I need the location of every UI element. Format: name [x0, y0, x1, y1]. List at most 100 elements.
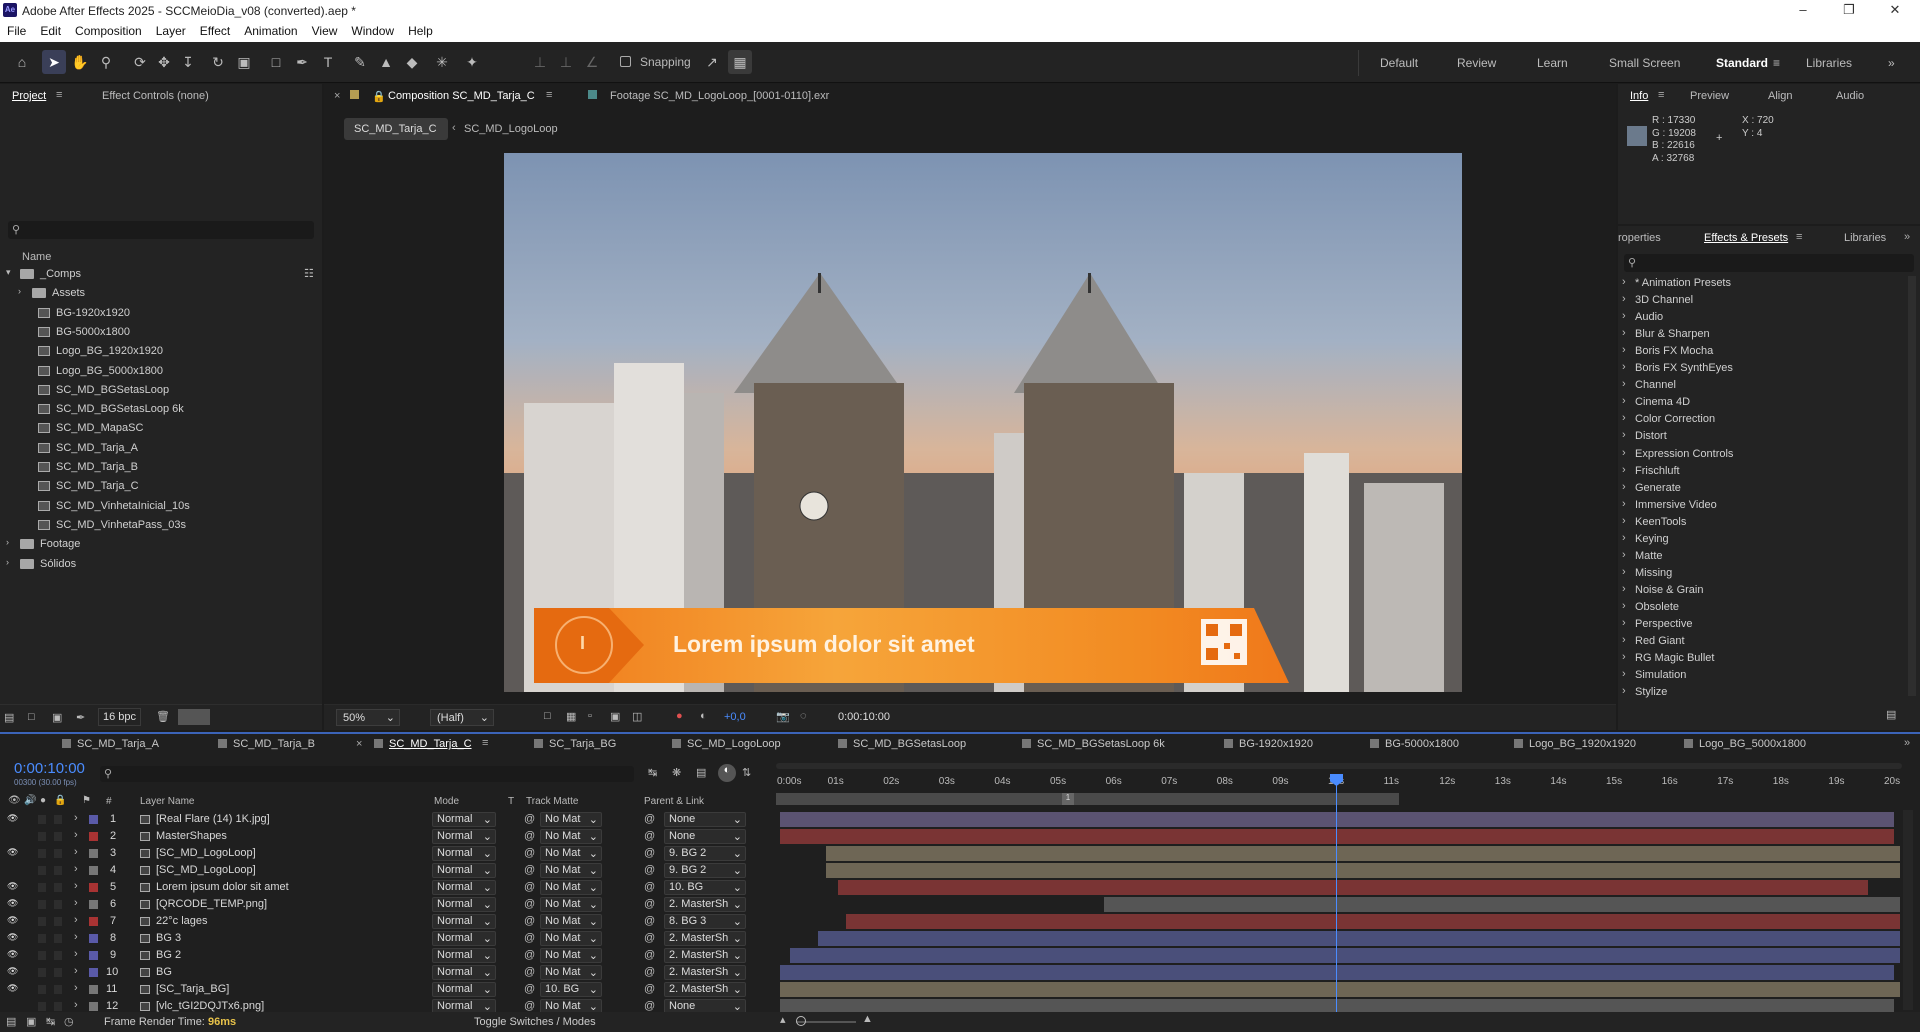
layer-name[interactable]: MasterShapes [156, 830, 227, 842]
chevron-right-icon[interactable]: › [74, 948, 78, 960]
parent-select[interactable]: 2. MasterSh ⌄ [664, 897, 746, 912]
solo-switch[interactable] [38, 968, 46, 977]
timeline-tab[interactable]: SC_MD_Tarja_C [374, 738, 472, 750]
layer-bar[interactable] [846, 914, 1900, 929]
lock-switch[interactable] [54, 917, 62, 926]
parent-pickwhip-icon[interactable]: @ [644, 915, 655, 927]
breadcrumb-active[interactable]: SC_MD_Tarja_C [344, 118, 448, 140]
lock-switch[interactable] [54, 883, 62, 892]
layer-label-color[interactable] [89, 917, 98, 926]
name-column-header[interactable]: Name [22, 251, 51, 263]
chevron-right-icon[interactable]: › [18, 286, 21, 296]
parent-pickwhip-icon[interactable]: @ [644, 1000, 655, 1012]
tab-preview[interactable]: Preview [1690, 90, 1729, 102]
layer-label-color[interactable] [89, 866, 98, 875]
timeline-tab[interactable]: BG-5000x1800 [1370, 738, 1459, 750]
eye-icon[interactable]: 👁 [7, 932, 18, 943]
color-channels-icon[interactable]: ● [676, 710, 683, 722]
layer-row[interactable]: 👁 › 9 BG 2 Normal ⌄ @ No Mat ⌄ @2. MasterSh ⌄ [0, 947, 780, 964]
project-item[interactable]: › Assets [0, 284, 318, 303]
zoom-select[interactable]: 50% ⌄ [336, 709, 400, 726]
pen-icon[interactable]: ✒ [76, 711, 85, 724]
close-tab-icon[interactable]: × [356, 738, 362, 750]
timeline-tab[interactable]: SC_MD_LogoLoop [672, 738, 781, 750]
project-item[interactable]: SC_MD_Tarja_C [0, 477, 318, 496]
transfer-controls-icon[interactable]: ▣ [26, 1015, 36, 1028]
tab-info[interactable]: Info [1630, 90, 1648, 102]
timeline-timecode[interactable]: 0:00:10:00 [14, 760, 85, 777]
track-matte-select[interactable]: No Mat ⌄ [540, 812, 602, 827]
solo-switch[interactable] [38, 883, 46, 892]
layer-bar[interactable] [826, 846, 1900, 861]
3d-view-icon[interactable]: ◫ [632, 710, 642, 723]
zoom-in-icon[interactable]: ▲ [862, 1013, 873, 1025]
pickwhip-icon[interactable]: @ [524, 830, 535, 842]
pickwhip-icon[interactable]: @ [524, 881, 535, 893]
dolly-tool-icon[interactable]: ↧ [176, 50, 200, 74]
solo-switch[interactable] [38, 985, 46, 994]
mode-select[interactable]: Normal ⌄ [432, 863, 496, 878]
parent-pickwhip-icon[interactable]: @ [644, 813, 655, 825]
work-area-bar[interactable] [776, 793, 1399, 805]
panel-menu-icon[interactable]: ≡ [1658, 89, 1664, 101]
chevron-right-icon[interactable]: › [74, 863, 78, 875]
layer-label-color[interactable] [89, 832, 98, 841]
snap-options-icon[interactable]: ↗ [700, 50, 724, 74]
workspace-menu-icon[interactable]: ≡ [1773, 56, 1780, 70]
timeline-tab[interactable]: Logo_BG_1920x1920 [1514, 738, 1636, 750]
layer-bar[interactable] [780, 965, 1894, 980]
motion-blur-icon[interactable]: ◐ [718, 764, 736, 782]
region-of-interest-icon[interactable]: □ [544, 710, 551, 722]
workspace-learn[interactable]: Learn [1537, 56, 1568, 70]
parent-select[interactable]: 2. MasterSh ⌄ [664, 948, 746, 963]
toggle-switches-modes[interactable]: Toggle Switches / Modes [474, 1016, 596, 1028]
layer-name[interactable]: [SC_MD_LogoLoop] [156, 864, 256, 876]
solo-switch[interactable] [38, 832, 46, 841]
tab-footage[interactable]: Footage SC_MD_LogoLoop_[0001-0110].exr [610, 90, 829, 102]
hand-tool-icon[interactable]: ✋ [68, 50, 92, 74]
project-item[interactable]: › Sólidos [0, 555, 318, 574]
scrollbar[interactable] [1908, 276, 1916, 696]
mode-select[interactable]: Normal ⌄ [432, 880, 496, 895]
chevron-right-icon[interactable]: › [74, 897, 78, 909]
track-matte-select[interactable]: 10. BG ⌄ [540, 982, 602, 997]
render-time-icon[interactable]: ◷ [64, 1015, 74, 1028]
workspace-standard[interactable]: Standard [1716, 56, 1768, 70]
layer-row[interactable]: › 2 MasterShapes Normal ⌄ @ No Mat ⌄ @ None ⌄ [0, 828, 780, 845]
parent-pickwhip-icon[interactable]: @ [644, 932, 655, 944]
solo-switch[interactable] [38, 866, 46, 875]
parent-select[interactable]: 10. BG ⌄ [664, 880, 746, 895]
layer-label-color[interactable] [89, 951, 98, 960]
chevron-right-icon[interactable]: › [74, 965, 78, 977]
menu-help[interactable]: Help [401, 21, 440, 42]
trash-icon[interactable]: 🗑 [156, 710, 170, 723]
menu-effect[interactable]: Effect [193, 21, 237, 42]
layer-name[interactable]: BG 2 [156, 949, 181, 961]
project-item[interactable]: BG-1920x1920 [0, 304, 318, 323]
clone-stamp-icon[interactable]: ▲ [374, 50, 398, 74]
pan-tool-icon[interactable]: ✥ [152, 50, 176, 74]
zoom-tool-icon[interactable]: ⚲ [94, 50, 118, 74]
pickwhip-icon[interactable]: @ [524, 847, 535, 859]
layer-row[interactable]: 👁 › 10 BG Normal ⌄ @ No Mat ⌄ @2. MasterSh ⌄ [0, 964, 780, 981]
in-out-icon[interactable]: ↹ [46, 1015, 55, 1028]
comp-mini-flowchart-icon[interactable]: ↹ [648, 766, 657, 779]
eye-icon[interactable]: 👁 [7, 847, 18, 858]
menu-window[interactable]: Window [344, 21, 401, 42]
track-matte-select[interactable]: No Mat ⌄ [540, 863, 602, 878]
parent-select[interactable]: None ⌄ [664, 829, 746, 844]
lock-switch[interactable] [54, 815, 62, 824]
anchor-tool-icon[interactable]: ▣ [232, 50, 256, 74]
track-matte-select[interactable]: No Mat ⌄ [540, 931, 602, 946]
layer-label-color[interactable] [89, 900, 98, 909]
mask-visibility-icon[interactable]: ▫ [588, 710, 592, 722]
chevron-right-icon[interactable]: › [74, 931, 78, 943]
project-item[interactable]: Logo_BG_1920x1920 [0, 342, 318, 361]
solo-switch[interactable] [38, 934, 46, 943]
type-tool-icon[interactable]: T [316, 50, 340, 74]
parent-select[interactable]: None ⌄ [664, 812, 746, 827]
pickwhip-icon[interactable]: @ [524, 983, 535, 995]
layer-label-color[interactable] [89, 849, 98, 858]
layer-row[interactable]: 👁 › 8 BG 3 Normal ⌄ @ No Mat ⌄ @2. MasterSh ⌄ [0, 930, 780, 947]
layer-bar[interactable] [838, 880, 1868, 895]
